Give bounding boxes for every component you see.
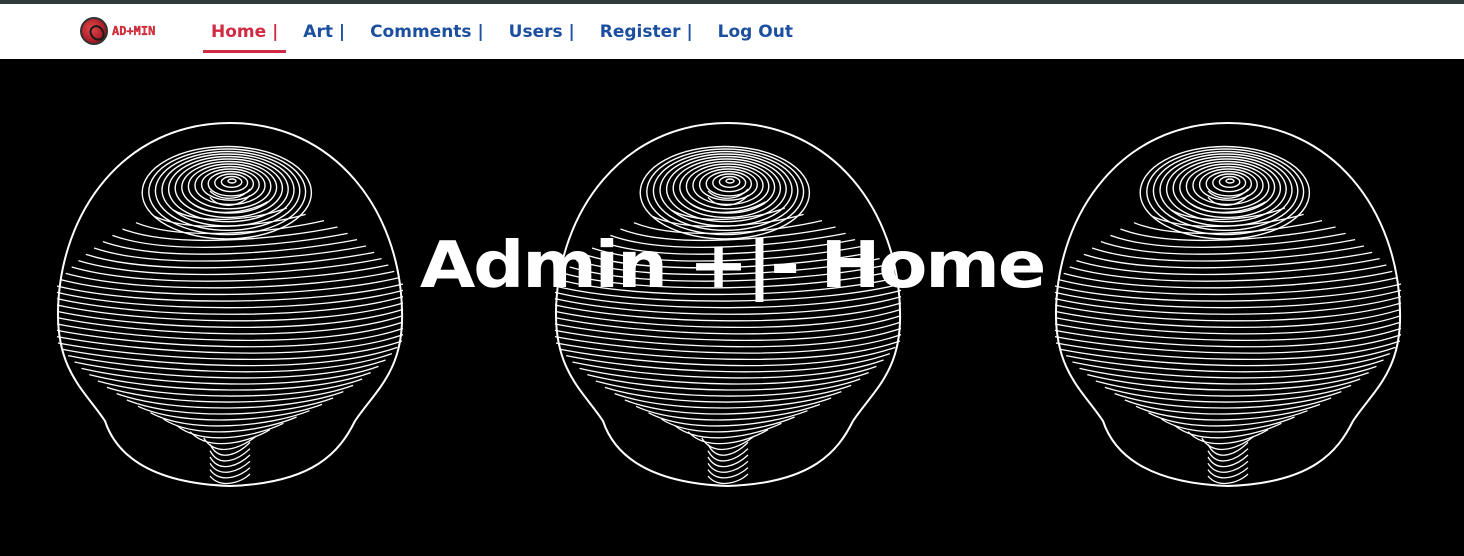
- hero-banner: Admin +|- Home: [0, 59, 1464, 556]
- logo-icon: [80, 17, 108, 45]
- nav-users-link[interactable]: Users |: [501, 4, 583, 59]
- main-nav: Home | Art | Comments | Users | Register…: [203, 4, 810, 59]
- wireframe-sphere-image: [1054, 121, 1402, 488]
- nav-art-link[interactable]: Art |: [295, 4, 353, 59]
- site-logo[interactable]: AD+MIN: [80, 16, 170, 46]
- nav-logout-link[interactable]: Log Out: [710, 4, 801, 59]
- navbar: AD+MIN Home | Art | Comments | Users | R…: [0, 4, 1464, 59]
- wireframe-sphere-image: [56, 121, 404, 488]
- page-title: Admin +|- Home: [419, 229, 1046, 303]
- nav-home-link[interactable]: Home |: [203, 4, 287, 59]
- logo-text: AD+MIN: [112, 24, 156, 38]
- wireframe-sphere-image: [554, 121, 902, 488]
- nav-register-link[interactable]: Register |: [592, 4, 701, 59]
- nav-comments-link[interactable]: Comments |: [362, 4, 492, 59]
